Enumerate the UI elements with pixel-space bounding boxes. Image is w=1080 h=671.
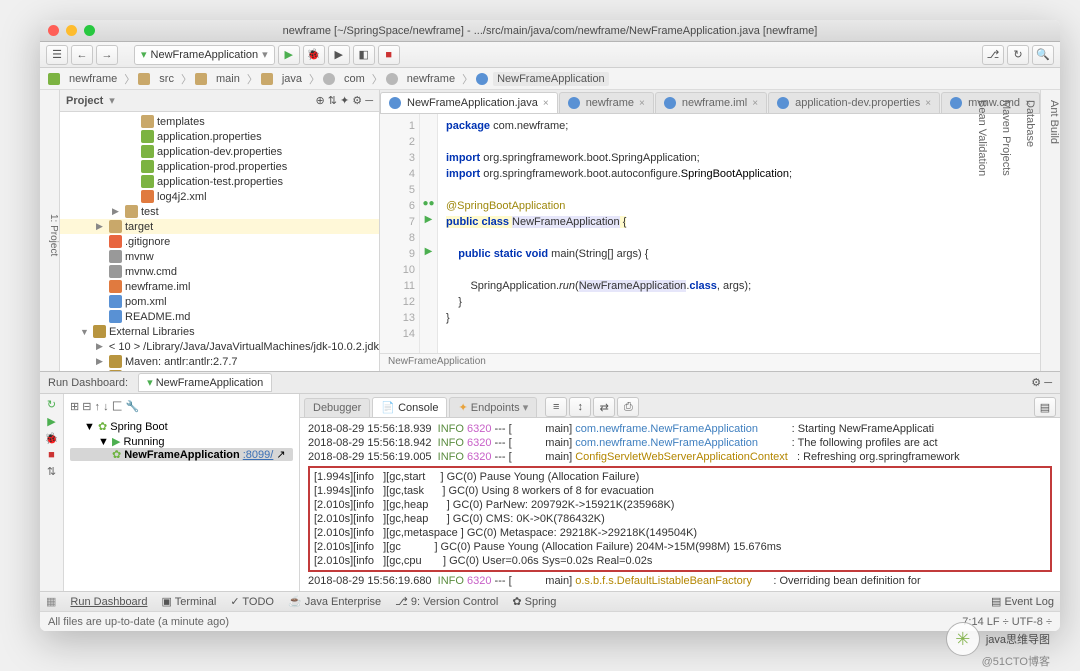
stop-button[interactable]: ■ <box>378 45 400 65</box>
tree-node[interactable]: ▶< 10 > /Library/Java/JavaVirtualMachine… <box>60 339 379 354</box>
search-everywhere-button[interactable]: 🔍 <box>1032 45 1054 65</box>
run-dashboard-tree[interactable]: ⊞ ⊟ ↑ ↓ 匚 🔧 ▼ ✿ Spring Boot ▼ ▶ Running … <box>64 394 299 591</box>
editor-tab[interactable]: application-dev.properties× <box>768 92 940 113</box>
minimize-window-button[interactable] <box>66 25 77 36</box>
folder-icon <box>261 73 273 85</box>
forward-button[interactable]: → <box>96 45 118 65</box>
filter-icon[interactable]: ⇅ <box>47 465 56 478</box>
breadcrumb-item[interactable]: NewFrameApplication <box>493 72 609 86</box>
run-button[interactable]: ▶ <box>278 45 300 65</box>
tree-node[interactable]: application-test.properties <box>60 174 379 189</box>
breadcrumb-item[interactable]: main <box>212 72 244 86</box>
code-editor[interactable]: package com.newframe; import org.springf… <box>438 114 1040 353</box>
project-tree[interactable]: templatesapplication.propertiesapplicati… <box>60 112 379 371</box>
tree-node[interactable]: ▼External Libraries <box>60 324 379 339</box>
run-icon[interactable]: ▶ <box>47 415 55 428</box>
bottom-tab-run-dashboard[interactable]: Run Dashboard <box>70 596 147 608</box>
coverage-button[interactable]: ▶ <box>328 45 350 65</box>
project-panel-title: Project <box>66 95 103 107</box>
tree-node[interactable]: application-prod.properties <box>60 159 379 174</box>
settings-icon[interactable]: ⚙ ─ <box>1031 376 1052 389</box>
tab-endpoints[interactable]: ✦ Endpoints ▾ <box>449 397 537 417</box>
left-tool-stripe[interactable]: 1: Project <box>40 90 60 371</box>
editor-tab[interactable]: newframe.iml× <box>655 92 767 113</box>
tree-node[interactable]: ▶test <box>60 204 379 219</box>
tree-node[interactable]: ▶target <box>60 219 379 234</box>
console-output[interactable]: 2018-08-29 15:56:18.939 INFO 6320 --- [ … <box>300 418 1060 591</box>
console-tabs: Debugger 📄 Console ✦ Endpoints ▾ ≡↕⇄⎙ ▤ <box>300 394 1060 418</box>
folder-icon <box>138 73 150 85</box>
console-settings-icon[interactable]: ▤ <box>1034 397 1056 417</box>
run-dashboard-toolbar[interactable]: ↻ ▶ 🐞 ■ ⇅ <box>40 394 64 591</box>
update-button[interactable]: ↻ <box>1007 45 1029 65</box>
event-log-button[interactable]: ▤ Event Log <box>991 595 1054 608</box>
rerun-icon[interactable]: ↻ <box>47 398 56 411</box>
debug-icon[interactable]: 🐞 <box>45 432 59 445</box>
bottom-tab-vcs[interactable]: ⎇ 9: Version Control <box>395 595 498 608</box>
breadcrumb-item[interactable]: newframe <box>403 72 459 86</box>
editor-tab[interactable]: newframe× <box>559 92 654 113</box>
main-toolbar: ☰ ← → ▾NewFrameApplication▾ ▶ 🐞 ▶ ◧ ■ ⎇ … <box>40 42 1060 68</box>
tree-node[interactable]: ▶Maven: antlr:antlr:2.7.7 <box>60 354 379 369</box>
tree-node[interactable]: mvnw.cmd <box>60 264 379 279</box>
status-bar: All files are up-to-date (a minute ago) … <box>40 611 1060 631</box>
project-tool-window: Project ▾ ⊕ ⇅ ✦ ⚙ ─ templatesapplication… <box>60 90 380 371</box>
back-button[interactable]: ← <box>71 45 93 65</box>
tree-node[interactable]: .gitignore <box>60 234 379 249</box>
tree-node[interactable]: README.md <box>60 309 379 324</box>
package-icon <box>323 73 335 85</box>
window-titlebar: newframe [~/SpringSpace/newframe] - .../… <box>40 20 1060 42</box>
console-toolbar[interactable]: ≡↕⇄⎙ <box>545 397 639 417</box>
tree-node[interactable]: templates <box>60 114 379 129</box>
tab-debugger[interactable]: Debugger <box>304 398 370 417</box>
tree-node[interactable]: mvnw <box>60 249 379 264</box>
java-class-icon <box>476 73 488 85</box>
gutter-icons: ●●▶▶ <box>420 114 438 353</box>
tree-node[interactable]: newframe.iml <box>60 279 379 294</box>
editor-breadcrumb[interactable]: NewFrameApplication <box>380 353 1040 371</box>
profile-button[interactable]: ◧ <box>353 45 375 65</box>
navigation-breadcrumbs: newframe〉 src〉 main〉 java〉 com〉 newframe… <box>40 68 1060 90</box>
watermark: ✳ java思维导图 <box>946 622 1050 656</box>
editor-tabs: NewFrameApplication.java×newframe×newfra… <box>380 90 1040 114</box>
bottom-tab-spring[interactable]: ✿ Spring <box>512 595 556 608</box>
open-button[interactable]: ☰ <box>46 45 68 65</box>
bottom-tool-tabs: ▦ Run Dashboard ▣ Terminal ✓ TODO ☕ Java… <box>40 591 1060 611</box>
line-number-gutter: 1234567891011121314 <box>380 114 420 353</box>
wechat-icon: ✳ <box>946 622 980 656</box>
bottom-tab-todo[interactable]: ✓ TODO <box>230 595 274 608</box>
module-icon <box>48 73 60 85</box>
window-title: newframe [~/SpringSpace/newframe] - .../… <box>40 25 1060 37</box>
run-configuration-select[interactable]: ▾NewFrameApplication▾ <box>134 45 275 65</box>
bottom-tab-java-enterprise[interactable]: ☕ Java Enterprise <box>288 595 381 608</box>
package-icon <box>386 73 398 85</box>
vcs-button[interactable]: ⎇ <box>982 45 1004 65</box>
folder-icon <box>195 73 207 85</box>
tree-node[interactable]: application.properties <box>60 129 379 144</box>
blog-credit: @51CTO博客 <box>982 653 1050 669</box>
breadcrumb-item[interactable]: com <box>340 72 369 86</box>
run-dashboard-header: Run Dashboard: ▾ NewFrameApplication ⚙ ─ <box>40 372 1060 394</box>
editor-tab[interactable]: NewFrameApplication.java× <box>380 92 558 113</box>
run-dashboard-label: Run Dashboard: <box>48 377 128 389</box>
stop-icon[interactable]: ■ <box>48 449 55 461</box>
close-window-button[interactable] <box>48 25 59 36</box>
status-message: All files are up-to-date (a minute ago) <box>48 616 229 628</box>
tree-node[interactable]: application-dev.properties <box>60 144 379 159</box>
right-tool-stripe[interactable]: Ant Build Database Maven Projects Bean V… <box>1040 90 1060 371</box>
breadcrumb-item[interactable]: newframe <box>65 72 121 86</box>
run-dashboard-tab[interactable]: ▾ NewFrameApplication <box>138 373 272 392</box>
project-settings-icon[interactable]: ⊕ ⇅ ✦ ⚙ ─ <box>315 94 373 107</box>
breadcrumb-item[interactable]: src <box>155 72 178 86</box>
maximize-window-button[interactable] <box>84 25 95 36</box>
tree-node[interactable]: pom.xml <box>60 294 379 309</box>
tab-console[interactable]: 📄 Console <box>372 397 447 417</box>
debug-button[interactable]: 🐞 <box>303 45 325 65</box>
bottom-tab-terminal[interactable]: ▣ Terminal <box>161 595 216 608</box>
tree-node[interactable]: log4j2.xml <box>60 189 379 204</box>
breadcrumb-item[interactable]: java <box>278 72 306 86</box>
